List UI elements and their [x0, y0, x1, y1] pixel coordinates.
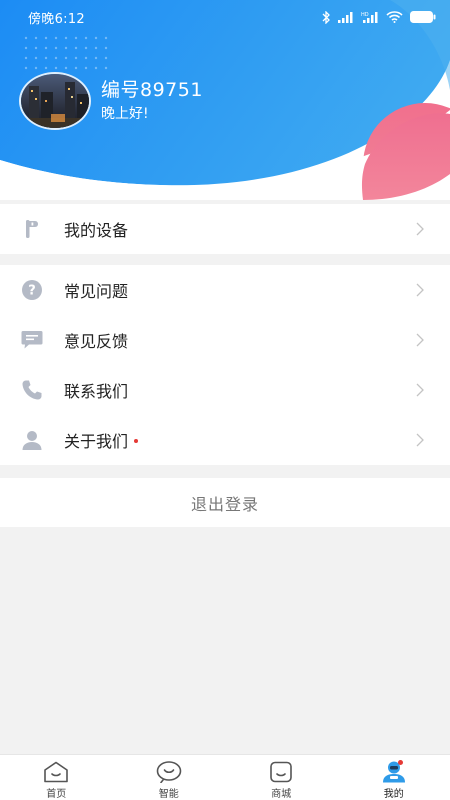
menu-item-label: 我的设备	[64, 221, 129, 240]
about-us-label: 关于我们	[64, 432, 129, 451]
question-icon: ?	[20, 278, 44, 302]
greeting-text: 晚上好!	[101, 106, 149, 122]
status-time: 傍晚6:12	[28, 11, 85, 27]
device-icon	[20, 217, 44, 241]
menu-group: ? 常见问题 意见反馈 联系我们 关于我们	[0, 265, 450, 465]
tab-smart[interactable]: 智能	[113, 755, 226, 800]
tab-label: 商城	[271, 789, 292, 800]
menu-item-my-device[interactable]: 我的设备	[0, 204, 450, 254]
avatar-photo	[21, 74, 89, 128]
menu-item-label: 常见问题	[64, 282, 129, 301]
home-icon	[44, 761, 69, 783]
tab-label: 首页	[46, 789, 67, 800]
battery-icon	[410, 11, 436, 23]
tab-label: 我的	[383, 789, 404, 800]
menu-item-label: 联系我们	[64, 382, 129, 401]
menu-item-label: 意见反馈	[64, 332, 129, 351]
menu-item-contact-us[interactable]: 联系我们	[0, 365, 450, 415]
bottom-tab-bar: 首页 智能 商城 我的	[0, 754, 450, 800]
profile-info[interactable]: 编号89751 晚上好!	[19, 72, 203, 130]
chevron-right-icon	[416, 433, 424, 447]
signal-icon	[338, 11, 353, 23]
chevron-right-icon	[416, 283, 424, 297]
logout-button[interactable]: 退出登录	[0, 478, 450, 527]
menu-item-faq[interactable]: ? 常见问题	[0, 265, 450, 315]
pink-circle-decoration	[361, 113, 450, 200]
profile-header: 傍晚6:12 HD 编号89751 晚上好!	[0, 0, 450, 200]
tab-home[interactable]: 首页	[0, 755, 113, 800]
notification-dot	[397, 760, 403, 765]
dot-pattern-decoration	[24, 36, 108, 70]
svg-text:HD: HD	[361, 12, 369, 18]
menu-item-about-us[interactable]: 关于我们	[0, 415, 450, 465]
bluetooth-icon	[322, 10, 330, 24]
hd-signal-icon: HD	[361, 12, 378, 23]
profile-icon	[382, 761, 405, 783]
person-icon	[20, 428, 44, 452]
menu-item-feedback[interactable]: 意见反馈	[0, 315, 450, 365]
chevron-right-icon	[416, 383, 424, 397]
tab-mall[interactable]: 商城	[225, 755, 338, 800]
tab-label: 智能	[158, 789, 179, 800]
feedback-icon	[20, 328, 44, 352]
user-id-label: 编号89751	[101, 79, 203, 101]
menu-item-label: 关于我们	[64, 428, 139, 452]
avatar[interactable]	[19, 72, 91, 130]
device-group: 我的设备	[0, 204, 450, 254]
wifi-icon	[386, 11, 403, 23]
tab-mine[interactable]: 我的	[338, 755, 450, 800]
notification-dot	[134, 438, 139, 443]
phone-icon	[20, 378, 44, 402]
status-bar: 傍晚6:12 HD	[0, 0, 450, 34]
chevron-right-icon	[416, 333, 424, 347]
chevron-right-icon	[416, 222, 424, 236]
svg-text:?: ?	[28, 284, 36, 299]
mall-icon	[270, 761, 293, 783]
smart-icon	[156, 761, 182, 783]
